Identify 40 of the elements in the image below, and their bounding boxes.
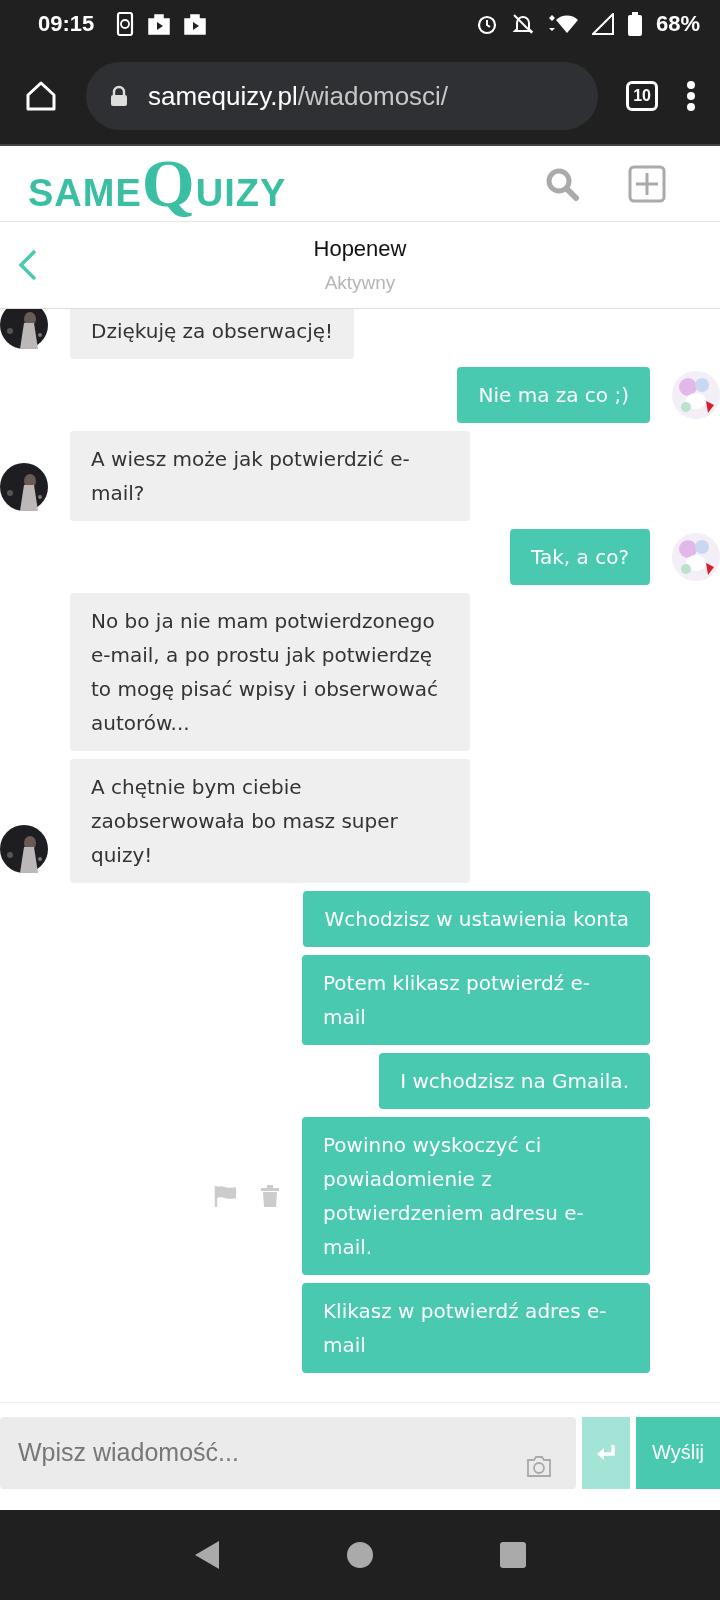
clock-time: 09:15 [38,11,95,37]
add-icon[interactable] [628,164,666,203]
message-bubble: Potem klikasz potwierdź e-mail [302,955,650,1045]
muted-bell-icon [511,13,534,35]
address-bar[interactable]: samequizy.pl/wiadomosci/ [86,62,599,130]
camera-icon[interactable] [526,1454,552,1477]
message-bubble: Powinno wyskoczyć ci powiadomienie z potwierdzeniem adresu e-mail. [302,1117,650,1275]
message-bubble: I wchodzisz na Gmaila. [379,1053,650,1109]
wifi-icon [547,13,578,35]
message-bubble: No bo ja nie mam potwierdzonego e-mail, a po prostu jak potwierdzę to mogę pisać wpisy i obserwować autorów... [70,593,470,751]
lock-icon [110,85,128,107]
phone-sync-icon [116,12,135,36]
message-bubble: Tak, a co? [510,529,650,585]
message-bubble: Dziękuję za obserwację! [70,309,355,359]
contact-name: Hopenew [313,236,407,262]
enter-key-button[interactable] [582,1416,630,1489]
message-bubble: Nie ma za co ;) [457,367,650,423]
contact-status: Aktywny [324,272,396,294]
url-text: samequizy.pl/wiadomosci/ [148,80,449,112]
back-nav-icon[interactable] [193,1541,220,1569]
tab-count-button[interactable]: 10 [626,81,658,111]
message-input-field[interactable]: Wpisz wiadomość... [0,1416,576,1489]
play-store-icon [184,13,207,35]
message-bubble: Wchodzisz w ustawienia konta [303,891,650,947]
play-store-icon [148,13,171,35]
back-icon[interactable] [18,248,38,282]
recents-nav-icon[interactable] [500,1542,527,1568]
trash-icon[interactable] [260,1185,280,1207]
battery-icon [627,12,642,36]
battery-percent: 68% [655,11,700,37]
message-bubble: A chętnie bym ciebie zaobserwowała bo masz super quizy! [70,759,470,883]
message-bubble: A wiesz może jak potwierdzić e-mail? [70,431,470,521]
home-icon[interactable] [24,79,58,113]
flag-icon[interactable] [214,1185,238,1207]
home-nav-icon[interactable] [347,1542,373,1568]
enter-key-icon [596,1444,616,1461]
message-bubble: Klikasz w potwierdź adres e-mail [302,1283,650,1373]
more-menu-icon[interactable] [686,80,696,112]
signal-icon [591,13,614,35]
alarm-icon [475,13,498,35]
